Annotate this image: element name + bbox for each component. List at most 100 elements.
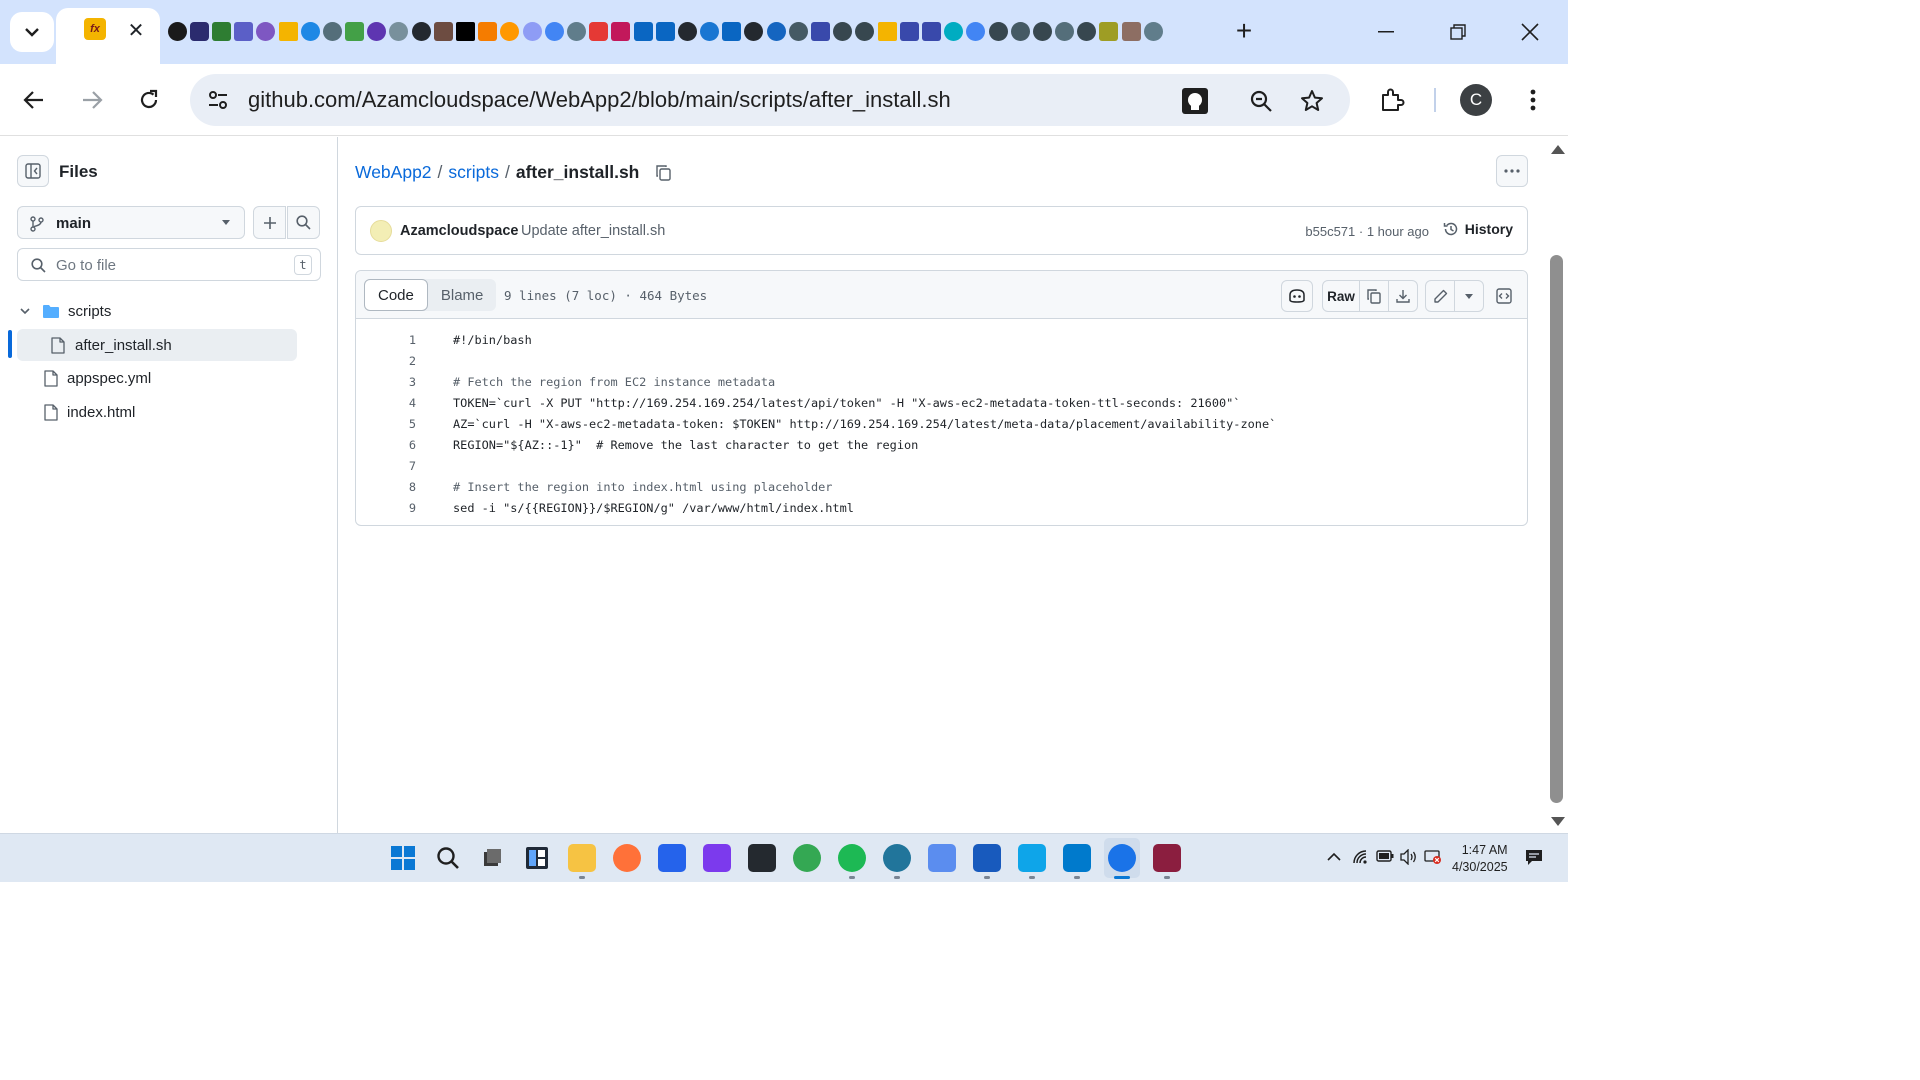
tab-favicon[interactable] (854, 20, 876, 42)
tab-favicon[interactable] (832, 20, 854, 42)
tab-favicon[interactable] (543, 20, 565, 42)
line-number[interactable]: 4 (356, 396, 416, 410)
copy-raw-button[interactable] (1359, 280, 1389, 312)
zoom-icon[interactable] (1246, 86, 1276, 116)
security-alert-icon[interactable] (1424, 849, 1442, 868)
tab-favicon[interactable] (632, 20, 654, 42)
blame-tab[interactable]: Blame (428, 279, 497, 311)
minimize-icon[interactable] (1366, 12, 1406, 52)
profile-avatar[interactable]: C (1460, 84, 1492, 116)
m365-icon[interactable] (703, 844, 731, 872)
copy-path-icon[interactable] (655, 164, 672, 181)
tab-favicon[interactable] (388, 20, 410, 42)
notifications-icon[interactable] (1524, 847, 1544, 870)
tab-favicon[interactable] (410, 20, 432, 42)
tab-favicon[interactable] (987, 20, 1009, 42)
line-number[interactable]: 1 (356, 333, 416, 347)
reload-button[interactable] (129, 80, 169, 120)
tab-favicon[interactable] (366, 20, 388, 42)
tab-favicon[interactable] (166, 20, 188, 42)
tab-favicon[interactable] (765, 20, 787, 42)
tab-favicon[interactable] (344, 20, 366, 42)
raw-button[interactable]: Raw (1322, 280, 1360, 312)
task-view-button[interactable] (478, 844, 506, 872)
microsoft-store-icon[interactable] (658, 844, 686, 872)
go-to-file-input[interactable]: Go to file t (17, 248, 321, 281)
tab-favicon[interactable] (943, 20, 965, 42)
tab-favicon[interactable] (1031, 20, 1053, 42)
taskbar-search-button[interactable] (434, 844, 462, 872)
tab-favicon[interactable] (521, 20, 543, 42)
tab-search-button[interactable] (10, 12, 54, 52)
download-button[interactable] (1388, 280, 1418, 312)
line-number[interactable]: 8 (356, 480, 416, 494)
breadcrumb-folder-link[interactable]: scripts (448, 162, 499, 183)
tab-favicon[interactable] (255, 20, 277, 42)
tab-favicon[interactable] (743, 20, 765, 42)
volume-icon[interactable] (1400, 848, 1418, 868)
firefox-icon[interactable] (613, 844, 641, 872)
tab-favicon[interactable] (1076, 20, 1098, 42)
chrome-active-icon[interactable] (1108, 844, 1136, 872)
tab-favicon[interactable] (721, 20, 743, 42)
chrome-menu-icon[interactable] (1515, 82, 1551, 118)
github-extension-icon[interactable] (1180, 86, 1210, 116)
new-tab-button[interactable]: + (1230, 15, 1258, 46)
history-button[interactable]: History (1443, 221, 1513, 237)
scroll-down-arrow-icon[interactable] (1551, 817, 1565, 826)
code-tab[interactable]: Code (364, 279, 428, 311)
tab-favicon[interactable] (676, 20, 698, 42)
file-explorer-icon[interactable] (568, 844, 596, 872)
bookmark-star-icon[interactable] (1297, 86, 1327, 116)
copilot-button[interactable] (1281, 280, 1313, 312)
tab-favicon[interactable] (1120, 20, 1142, 42)
tab-favicon[interactable] (898, 20, 920, 42)
tab-favicon[interactable] (565, 20, 587, 42)
spotify-icon[interactable] (838, 844, 866, 872)
site-settings-icon[interactable] (206, 88, 230, 112)
tab-favicon[interactable] (965, 20, 987, 42)
tab-favicon[interactable] (610, 20, 632, 42)
tree-file-index[interactable]: index.html (17, 396, 297, 428)
author-avatar[interactable] (370, 220, 392, 242)
vpn-app-icon[interactable] (928, 844, 956, 872)
commit-message[interactable]: Update after_install.sh (521, 223, 665, 239)
tab-favicon[interactable] (787, 20, 809, 42)
line-number[interactable]: 6 (356, 438, 416, 452)
tab-favicon[interactable] (920, 20, 942, 42)
address-bar[interactable]: github.com/Azamcloudspace/WebApp2/blob/m… (190, 74, 1350, 126)
line-number[interactable]: 7 (356, 459, 416, 473)
edit-dropdown-button[interactable] (1454, 280, 1484, 312)
winrar-icon[interactable] (1153, 844, 1181, 872)
branch-selector[interactable]: main (17, 206, 245, 239)
tab-favicon[interactable] (876, 20, 898, 42)
tab-favicon[interactable] (588, 20, 610, 42)
photos-icon[interactable] (1018, 844, 1046, 872)
system-clock[interactable]: 1:47 AM 4/30/2025 (1452, 842, 1508, 876)
tree-file-appspec[interactable]: appspec.yml (17, 362, 297, 394)
wordpress-icon[interactable] (883, 844, 911, 872)
tab-favicon[interactable] (277, 20, 299, 42)
tab-favicon[interactable] (477, 20, 499, 42)
close-tab-icon[interactable]: ✕ (124, 18, 148, 42)
tab-favicon[interactable] (1054, 20, 1076, 42)
tab-favicon[interactable] (188, 20, 210, 42)
chrome-icon[interactable] (793, 844, 821, 872)
tree-folder-scripts[interactable]: scripts (17, 295, 297, 327)
fx-favicon[interactable]: fx (84, 18, 106, 40)
tray-overflow-icon[interactable] (1326, 849, 1342, 865)
tab-favicon[interactable] (499, 20, 521, 42)
commit-author[interactable]: Azamcloudspace (400, 223, 518, 239)
tab-favicon[interactable] (454, 20, 476, 42)
github-desktop-icon[interactable] (748, 844, 776, 872)
tab-favicon[interactable] (321, 20, 343, 42)
restore-icon[interactable] (1438, 12, 1478, 52)
forward-button[interactable] (72, 80, 112, 120)
extensions-icon[interactable] (1374, 82, 1410, 118)
scrollbar-thumb[interactable] (1550, 255, 1563, 803)
scroll-up-arrow-icon[interactable] (1551, 145, 1565, 154)
tree-file-after-install[interactable]: after_install.sh (17, 329, 297, 361)
widgets-button[interactable] (523, 844, 551, 872)
tab-favicon[interactable] (210, 20, 232, 42)
tab-favicon[interactable] (1098, 20, 1120, 42)
